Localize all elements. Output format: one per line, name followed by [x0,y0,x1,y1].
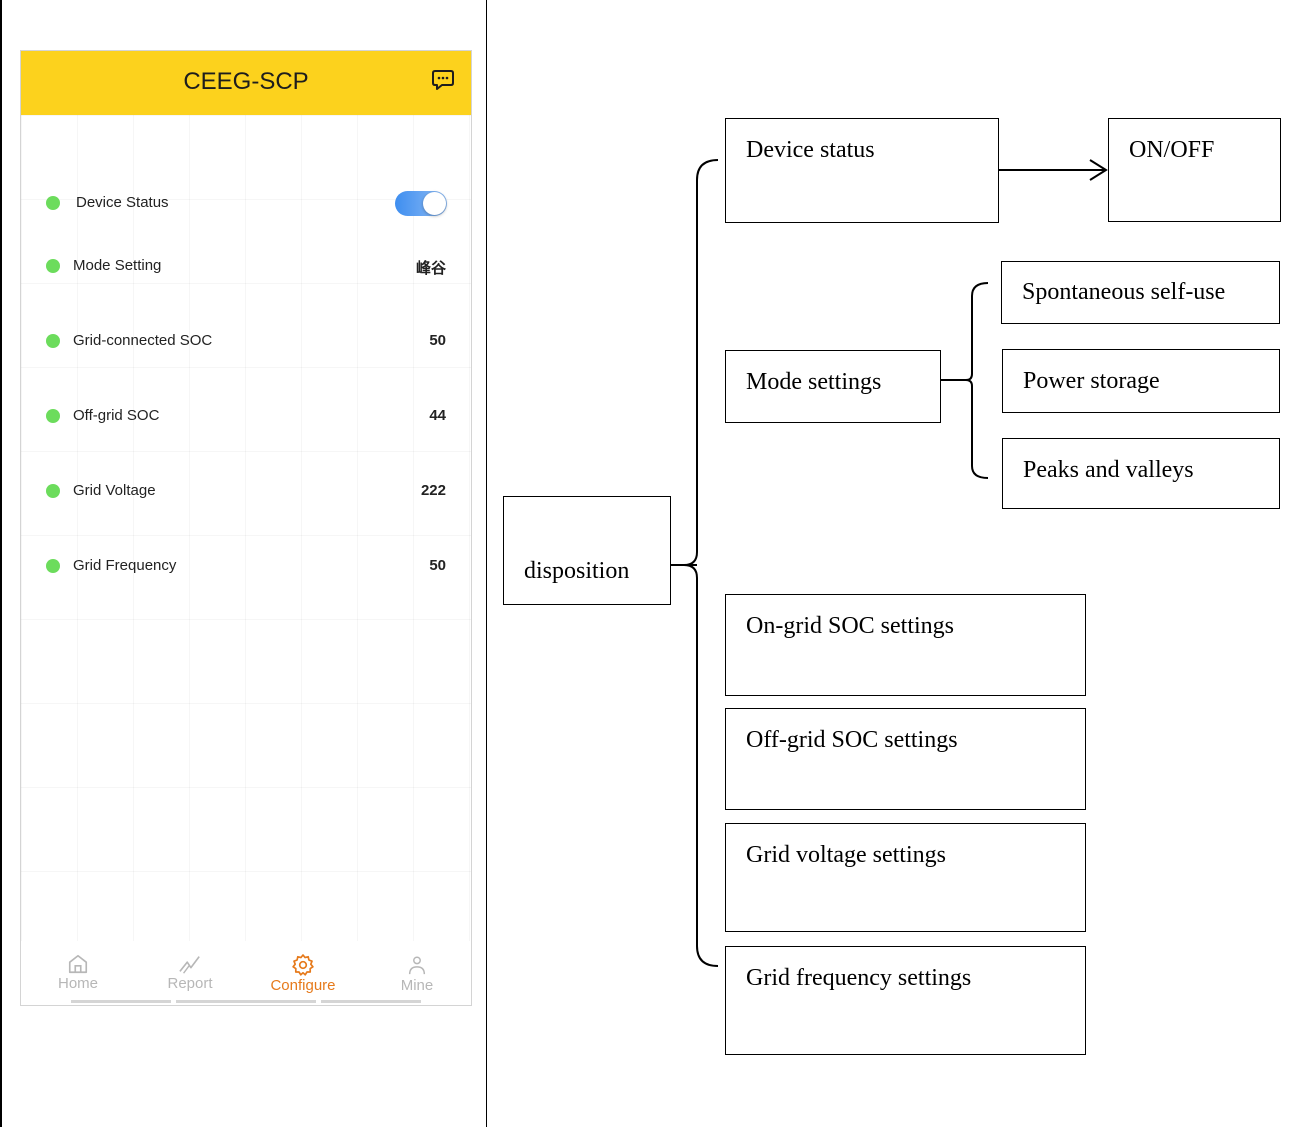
on-off-box: ON/OFF [1108,118,1281,222]
mode-box-self-use: Spontaneous self-use [1001,261,1280,324]
grid-frequency-label: Grid frequency settings [746,965,972,991]
disposition-box: disposition [503,496,671,605]
mode-label-power-storage: Power storage [1023,368,1160,394]
disposition-label: disposition [524,558,630,584]
mode-label-peaks-valleys: Peaks and valleys [1023,457,1194,483]
grid-voltage-box: Grid voltage settings [725,823,1086,932]
mode-settings-label: Mode settings [746,369,882,395]
device-status-box: Device status [725,118,999,223]
grid-frequency-box: Grid frequency settings [725,946,1086,1055]
on-grid-soc-box: On-grid SOC settings [725,594,1086,696]
main-bracket [683,159,719,967]
device-status-box-label: Device status [746,137,875,163]
mode-box-power-storage: Power storage [1002,349,1280,413]
on-off-label: ON/OFF [1129,137,1215,163]
mode-bracket [965,282,989,479]
mode-label-self-use: Spontaneous self-use [1022,279,1226,305]
on-grid-soc-label: On-grid SOC settings [746,613,955,639]
grid-voltage-label: Grid voltage settings [746,842,946,868]
off-grid-soc-label: Off-grid SOC settings [746,727,958,753]
mode-settings-box: Mode settings [725,350,941,423]
mode-box-peaks-valleys: Peaks and valleys [1002,438,1280,509]
off-grid-soc-box: Off-grid SOC settings [725,708,1086,810]
